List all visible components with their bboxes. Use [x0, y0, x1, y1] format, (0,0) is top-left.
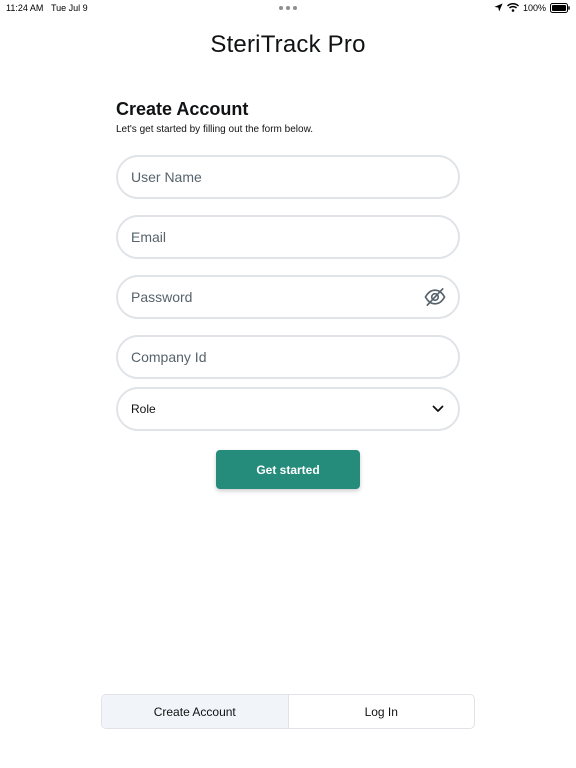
status-date: Tue Jul 9 [51, 3, 88, 13]
form-subtitle: Let's get started by filling out the for… [116, 124, 314, 135]
app-title: SteriTrack Pro [210, 31, 366, 58]
wifi-icon [506, 3, 519, 12]
password-input[interactable] [118, 277, 458, 317]
multitasking-dots-icon[interactable] [279, 6, 297, 10]
status-bar: 11:24 AM Tue Jul 9 100% [0, 0, 576, 16]
eye-off-icon[interactable] [424, 287, 446, 307]
email-input[interactable] [118, 217, 458, 257]
company-id-field [116, 335, 460, 379]
status-indicators: 100% [494, 2, 570, 13]
password-field [116, 275, 460, 319]
battery-percent: 100% [522, 2, 546, 13]
company-id-input[interactable] [118, 337, 458, 377]
username-input[interactable] [118, 157, 458, 197]
form-title: Create Account [116, 99, 249, 119]
role-value: Role [131, 402, 156, 416]
status-time: 11:24 AM [6, 3, 44, 13]
email-field [116, 215, 460, 259]
get-started-button[interactable]: Get started [216, 450, 360, 489]
chevron-down-icon [432, 405, 444, 412]
username-field [116, 155, 460, 199]
battery-icon [550, 2, 570, 13]
tab-create-account[interactable]: Create Account [102, 695, 289, 728]
auth-tab-bar: Create Account Log In [101, 694, 475, 729]
tab-log-in[interactable]: Log In [289, 695, 475, 728]
location-icon [494, 3, 503, 12]
role-dropdown[interactable]: Role [116, 387, 460, 431]
